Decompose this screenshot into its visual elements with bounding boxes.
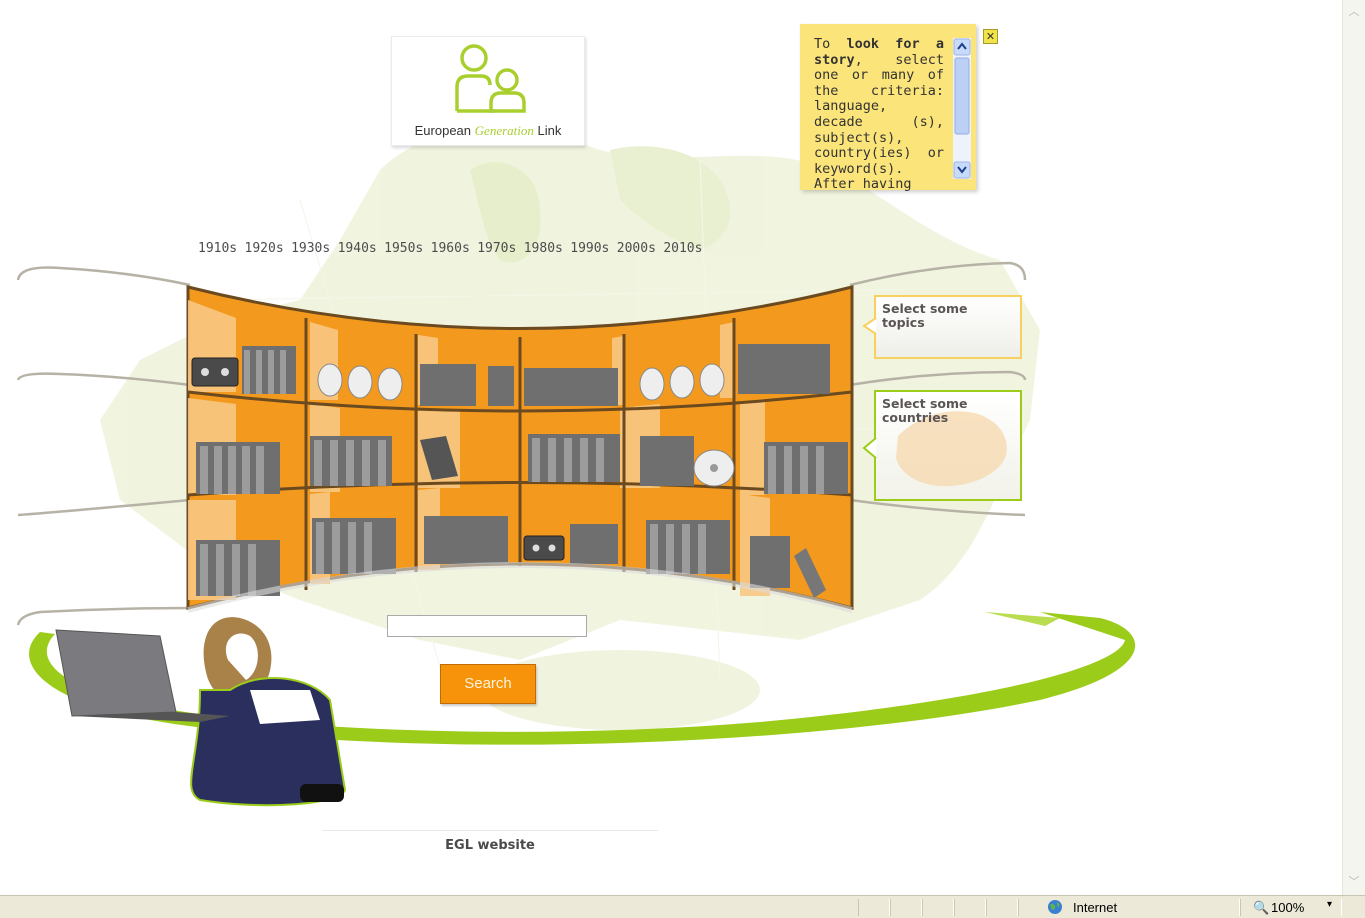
footer-divider (322, 830, 658, 831)
scroll-up-arrow-icon[interactable]: ︿ (1346, 4, 1362, 20)
egl-website-link[interactable]: EGL website (322, 838, 658, 853)
callout-pointers (862, 317, 877, 459)
bookshelf-graphic[interactable] (0, 0, 1342, 895)
scroll-down-arrow-icon[interactable]: ﹀ (1346, 874, 1362, 890)
zoom-icon: 🔍 (1253, 900, 1270, 915)
keyword-search-input[interactable] (387, 615, 587, 637)
globe-icon (1048, 900, 1062, 914)
statusbar-zone: Internet (1018, 899, 1240, 916)
statusbar-segment (954, 899, 986, 916)
statusbar-segment (922, 899, 954, 916)
person-with-laptop-illustration (55, 617, 347, 807)
page-viewport: European Generation Link To look for a s… (0, 0, 1342, 895)
statusbar-zoom[interactable]: 🔍 100% ▾ (1240, 899, 1342, 916)
browser-statusbar: Internet 🔍 100% ▾ (0, 895, 1365, 918)
statusbar-segment (986, 899, 1018, 916)
page-scrollbar[interactable]: ︿ ﹀ (1342, 0, 1365, 895)
statusbar-segment (890, 899, 922, 916)
select-topics-callout[interactable]: Select some topics (874, 295, 1022, 359)
chevron-down-icon: ▾ (1327, 899, 1333, 910)
select-countries-callout[interactable]: Select some countries (874, 390, 1022, 501)
statusbar-segment (858, 899, 890, 916)
search-button[interactable]: Search (440, 664, 536, 704)
